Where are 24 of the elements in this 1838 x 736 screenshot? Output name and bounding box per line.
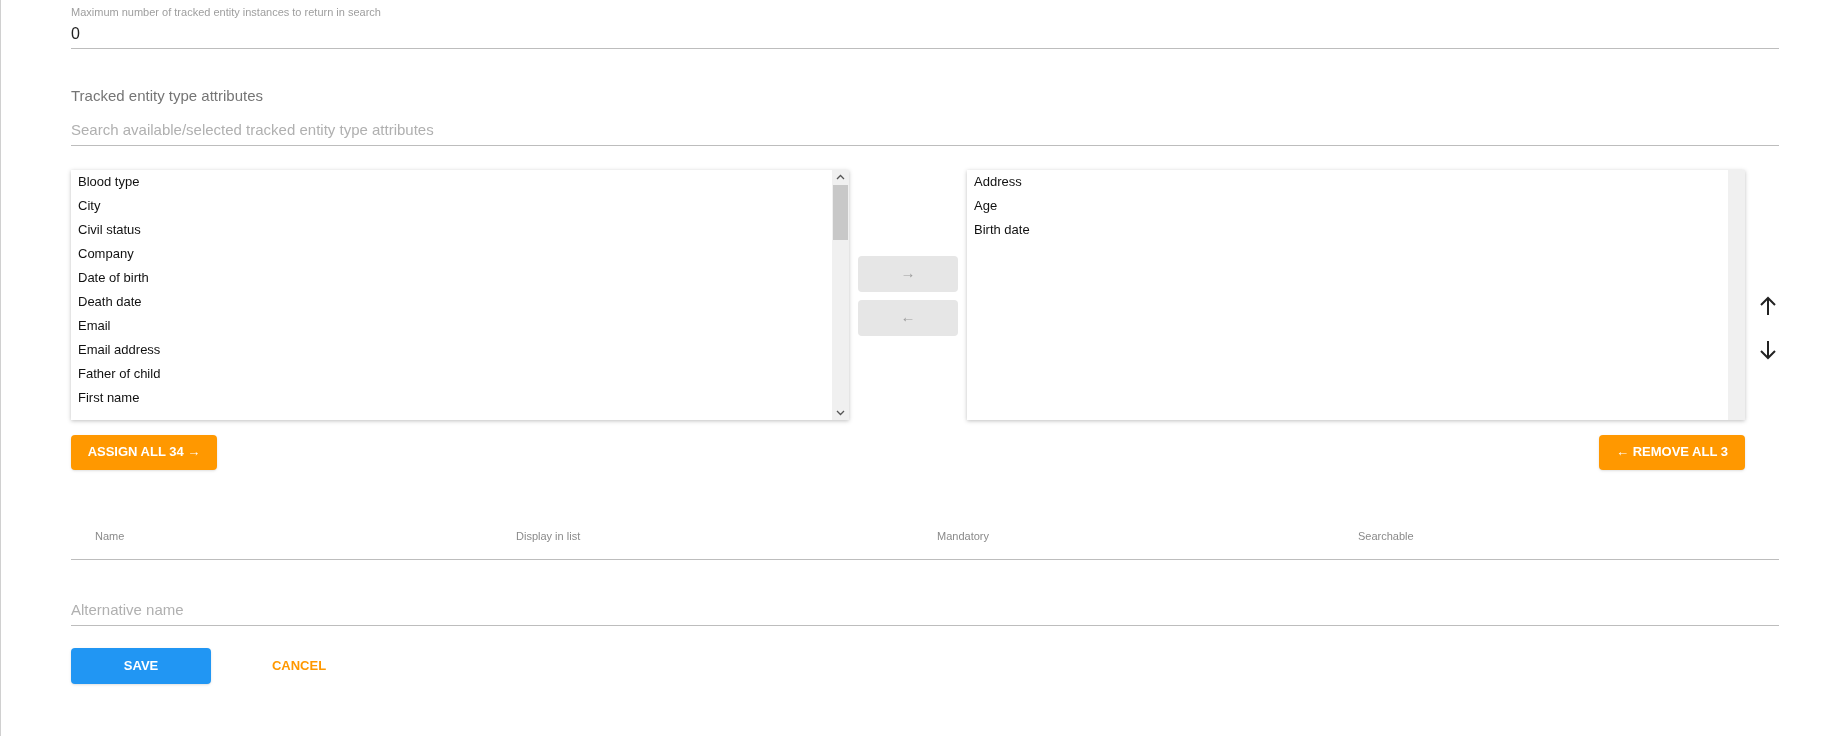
column-header: Mandatory bbox=[937, 530, 989, 542]
list-item[interactable]: Birth date bbox=[967, 219, 1725, 244]
column-header: Searchable bbox=[1358, 530, 1414, 542]
input-field[interactable]: 0 bbox=[71, 19, 1779, 49]
list-item[interactable]: Father of child bbox=[71, 363, 829, 388]
search-field[interactable]: Search available/selected tracked entity type attributes bbox=[71, 113, 1779, 146]
move-down-icon[interactable] bbox=[1759, 339, 1777, 360]
input-field[interactable]: Alternative name bbox=[71, 593, 1779, 626]
list-item[interactable]: Date of birth bbox=[71, 267, 829, 292]
section-title: Tracked entity type attributes bbox=[71, 86, 265, 106]
list-item[interactable]: Email address bbox=[71, 339, 829, 364]
list-item[interactable]: Death date bbox=[71, 291, 829, 316]
list-item[interactable]: Age bbox=[967, 195, 1725, 220]
list-item[interactable]: City bbox=[71, 195, 829, 220]
list-item[interactable]: Company bbox=[71, 243, 829, 268]
list-item[interactable]: Blood type bbox=[71, 171, 829, 196]
move-up-icon[interactable] bbox=[1759, 295, 1777, 316]
column-header: Name bbox=[95, 530, 125, 542]
list-item[interactable]: Civil status bbox=[71, 219, 829, 244]
list-item[interactable]: Address bbox=[967, 171, 1725, 196]
field-label: Maximum number of tracked entity instances to return in search bbox=[71, 5, 382, 19]
list-item[interactable]: Email bbox=[71, 315, 829, 340]
list-item[interactable]: First name bbox=[71, 387, 829, 412]
column-header: Display in list bbox=[516, 530, 581, 542]
